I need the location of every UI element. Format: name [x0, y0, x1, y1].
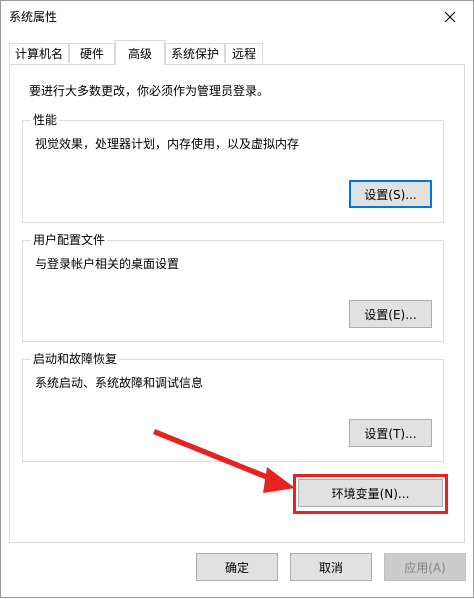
system-properties-window: 系统属性 计算机名 硬件 高级 系统保护 远程 要进行大多数更改，你必须作为管理…	[0, 0, 474, 598]
admin-note: 要进行大多数更改，你必须作为管理员登录。	[29, 84, 270, 98]
performance-settings-button[interactable]: 设置(S)...	[349, 180, 432, 208]
title-bar[interactable]: 系统属性	[1, 1, 473, 32]
startup-recovery-settings-button[interactable]: 设置(T)...	[349, 419, 432, 447]
tab-remote[interactable]: 远程	[225, 43, 263, 63]
tab-advanced[interactable]: 高级	[115, 40, 165, 65]
user-profiles-description: 与登录帐户相关的桌面设置	[35, 257, 180, 271]
close-icon	[444, 11, 456, 22]
user-profiles-settings-button[interactable]: 设置(E)...	[349, 300, 432, 328]
performance-group: 性能 视觉效果，处理器计划，内存使用，以及虚拟内存 设置(S)...	[22, 112, 444, 223]
performance-group-title: 性能	[31, 112, 60, 128]
tab-strip: 计算机名 硬件 高级 系统保护 远程	[9, 40, 465, 65]
user-profiles-group-title: 用户配置文件	[31, 232, 108, 248]
startup-recovery-group-title: 启动和故障恢复	[31, 351, 120, 367]
environment-variables-button[interactable]: 环境变量(N)...	[298, 479, 443, 507]
startup-recovery-description: 系统启动、系统故障和调试信息	[35, 376, 204, 390]
tab-hardware[interactable]: 硬件	[69, 43, 115, 63]
tab-computer-name[interactable]: 计算机名	[9, 43, 69, 63]
close-button[interactable]	[427, 1, 473, 32]
performance-description: 视觉效果，处理器计划，内存使用，以及虚拟内存	[35, 137, 300, 151]
apply-button[interactable]: 应用(A)	[384, 553, 466, 581]
cancel-button[interactable]: 取消	[290, 553, 372, 581]
tab-system-protection[interactable]: 系统保护	[165, 43, 225, 63]
ok-button[interactable]: 确定	[196, 553, 278, 581]
window-title: 系统属性	[9, 10, 58, 24]
user-profiles-group: 用户配置文件 与登录帐户相关的桌面设置 设置(E)...	[22, 232, 444, 342]
startup-recovery-group: 启动和故障恢复 系统启动、系统故障和调试信息 设置(T)...	[22, 351, 444, 462]
